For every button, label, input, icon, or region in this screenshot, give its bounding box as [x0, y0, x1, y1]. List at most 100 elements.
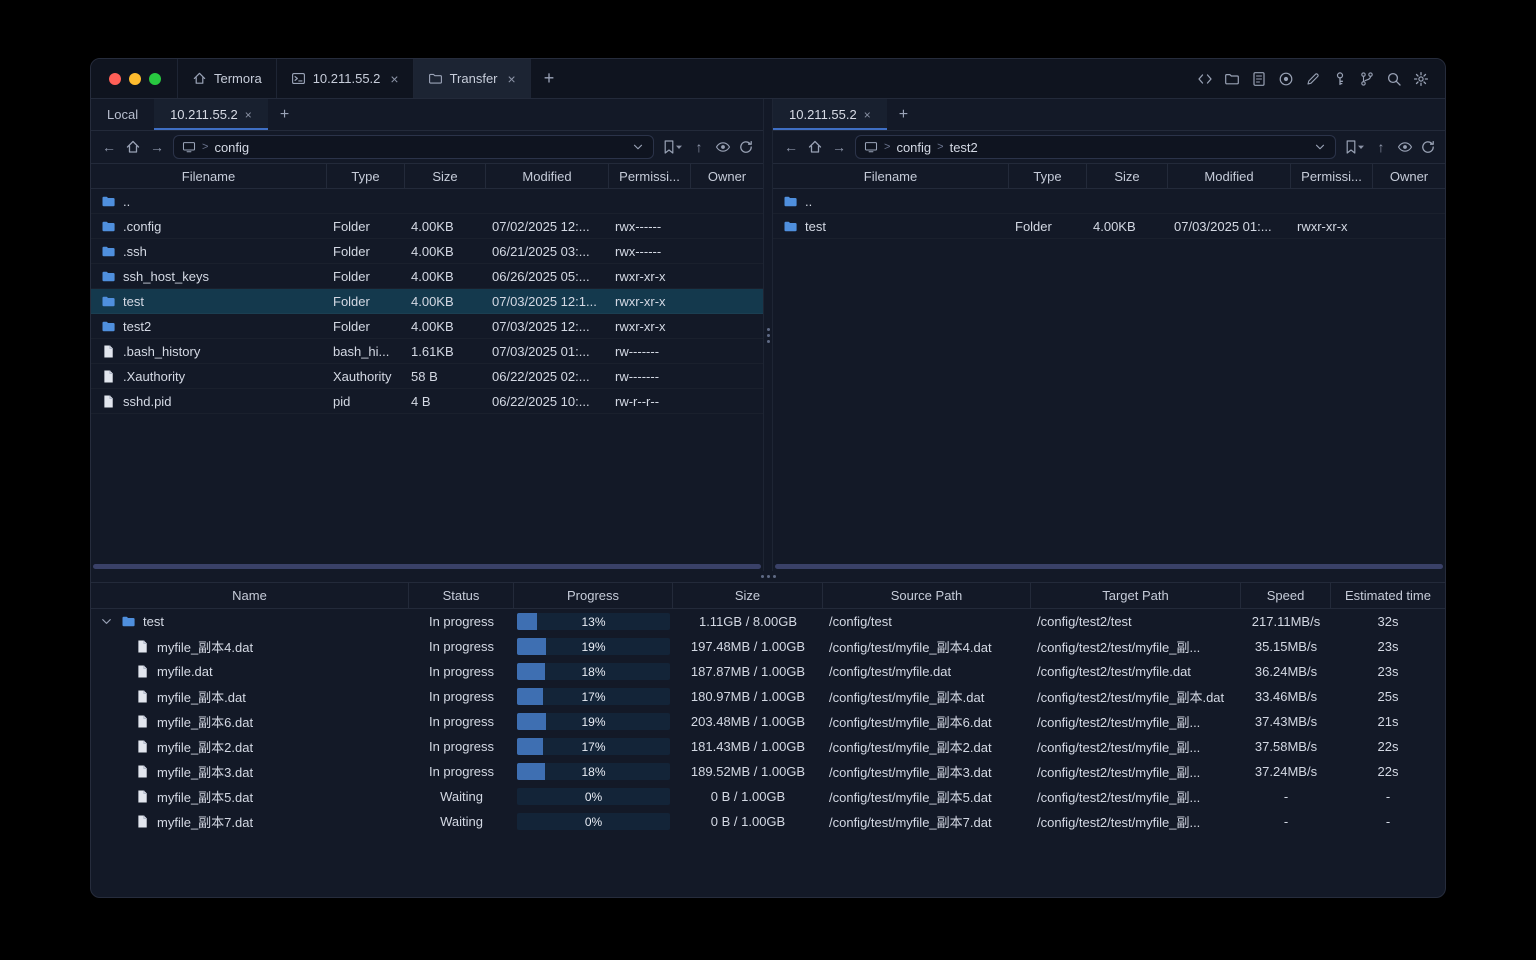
- panel-tab[interactable]: 10.211.55.2 ×: [154, 99, 268, 130]
- close-tab-icon[interactable]: ×: [390, 72, 398, 86]
- new-panel-tab-button[interactable]: +: [268, 99, 301, 130]
- minimize-window-button[interactable]: [129, 72, 141, 85]
- titlebar-tab[interactable]: 10.211.55.2 ×: [277, 59, 414, 98]
- code-icon[interactable]: [1197, 71, 1213, 87]
- filename-cell: .ssh: [91, 244, 327, 259]
- horizontal-splitter[interactable]: [91, 571, 1445, 583]
- file-row[interactable]: ..: [773, 189, 1445, 214]
- column-header[interactable]: Target Path: [1031, 583, 1241, 608]
- file-row[interactable]: .Xauthority Xauthority 58 B 06/22/2025 02:.…: [91, 364, 763, 389]
- edit-icon[interactable]: [1305, 71, 1321, 87]
- close-tab-icon[interactable]: ×: [864, 109, 871, 121]
- key-icon[interactable]: [1332, 71, 1348, 87]
- close-window-button[interactable]: [109, 72, 121, 85]
- column-header[interactable]: Estimated time: [1331, 583, 1445, 608]
- path-field[interactable]: > config: [173, 135, 654, 159]
- path-segment[interactable]: test2: [950, 140, 978, 155]
- settings-icon[interactable]: [1413, 71, 1429, 87]
- transfer-name-cell: myfile.dat: [91, 664, 409, 679]
- column-header[interactable]: Filename: [91, 164, 327, 188]
- progress-label: 0%: [584, 814, 603, 829]
- bookmark-button[interactable]: [661, 139, 683, 155]
- column-header[interactable]: Owner: [691, 164, 763, 188]
- file-row[interactable]: test Folder 4.00KB 07/03/2025 12:1... rwxr-x…: [91, 289, 763, 314]
- file-row[interactable]: test2 Folder 4.00KB 07/03/2025 12:... rwxr-x…: [91, 314, 763, 339]
- transfer-row[interactable]: myfile_副本5.dat Waiting 0% 0 B / 1.00GB/conf…: [91, 784, 1445, 809]
- path-field[interactable]: > config > test2: [855, 135, 1336, 159]
- home-button[interactable]: [807, 139, 823, 155]
- transfer-row[interactable]: myfile_副本7.dat Waiting 0% 0 B / 1.00GB/conf…: [91, 809, 1445, 834]
- horizontal-scrollbar[interactable]: [93, 564, 761, 569]
- new-tab-button[interactable]: +: [531, 59, 568, 98]
- column-header[interactable]: Size: [1087, 164, 1168, 188]
- bookmark-button[interactable]: [1343, 139, 1365, 155]
- vertical-splitter[interactable]: [763, 99, 773, 571]
- home-button[interactable]: [125, 139, 141, 155]
- back-button[interactable]: ←: [782, 140, 800, 154]
- status-cell: In progress: [428, 714, 495, 729]
- column-header[interactable]: Name: [91, 583, 409, 608]
- up-button[interactable]: ↑: [690, 140, 708, 154]
- file-row[interactable]: .config Folder 4.00KB 07/02/2025 12:... rwx-…: [91, 214, 763, 239]
- close-tab-icon[interactable]: ×: [245, 109, 252, 121]
- column-header[interactable]: Source Path: [823, 583, 1031, 608]
- transfer-row[interactable]: myfile_副本3.dat In progress 18% 189.52MB / 1…: [91, 759, 1445, 784]
- panel-tab[interactable]: Local: [91, 99, 154, 130]
- file-row[interactable]: test Folder 4.00KB 07/03/2025 01:... rwxr-xr…: [773, 214, 1445, 239]
- transfer-row[interactable]: myfile.dat In progress 18% 187.87MB / 1.00G…: [91, 659, 1445, 684]
- record-icon[interactable]: [1278, 71, 1294, 87]
- show-hidden-button[interactable]: [715, 139, 731, 155]
- titlebar-tab[interactable]: Termora: [177, 59, 277, 98]
- search-icon[interactable]: [1386, 71, 1402, 87]
- refresh-button[interactable]: [1420, 139, 1436, 155]
- status-cell: In progress: [428, 614, 495, 629]
- column-header[interactable]: Owner: [1373, 164, 1445, 188]
- file-row[interactable]: sshd.pid pid 4 B 06/22/2025 10:... rw-r--r--: [91, 389, 763, 414]
- column-header[interactable]: Permissi...: [609, 164, 691, 188]
- path-segment[interactable]: config: [214, 140, 249, 155]
- target-path-cell: /config/test2/test/myfile_副...: [1037, 790, 1201, 805]
- up-button[interactable]: ↑: [1372, 140, 1390, 154]
- folder-icon[interactable]: [1224, 71, 1240, 87]
- expand-chevron-icon[interactable]: [99, 614, 114, 629]
- transfer-name: myfile.dat: [157, 664, 213, 679]
- column-header[interactable]: Type: [1009, 164, 1087, 188]
- transfer-row[interactable]: myfile_副本4.dat In progress 19% 197.48MB / 1…: [91, 634, 1445, 659]
- column-header[interactable]: Size: [673, 583, 823, 608]
- back-button[interactable]: ←: [100, 140, 118, 154]
- titlebar-tab[interactable]: Transfer ×: [413, 59, 531, 98]
- new-panel-tab-button[interactable]: +: [887, 99, 920, 130]
- column-header[interactable]: Size: [405, 164, 486, 188]
- refresh-button[interactable]: [738, 139, 754, 155]
- column-header[interactable]: Modified: [1168, 164, 1291, 188]
- filename-cell: ssh_host_keys: [91, 269, 327, 284]
- column-header[interactable]: Permissi...: [1291, 164, 1373, 188]
- close-tab-icon[interactable]: ×: [508, 72, 516, 86]
- transfer-row[interactable]: myfile_副本2.dat In progress 17% 181.43MB / 1…: [91, 734, 1445, 759]
- log-icon[interactable]: [1251, 71, 1267, 87]
- column-header[interactable]: Speed: [1241, 583, 1331, 608]
- file-row[interactable]: ..: [91, 189, 763, 214]
- file-row[interactable]: ssh_host_keys Folder 4.00KB 06/26/2025 05:.…: [91, 264, 763, 289]
- file-icon: [135, 714, 150, 729]
- column-header[interactable]: Modified: [486, 164, 609, 188]
- path-dropdown-icon[interactable]: [1313, 140, 1327, 154]
- column-header[interactable]: Filename: [773, 164, 1009, 188]
- forward-button[interactable]: →: [830, 140, 848, 154]
- path-dropdown-icon[interactable]: [631, 140, 645, 154]
- transfer-row[interactable]: myfile_副本.dat In progress 17% 180.97MB / 1.…: [91, 684, 1445, 709]
- transfer-row[interactable]: test In progress 13% 1.11GB / 8.00GB/config…: [91, 609, 1445, 634]
- column-header[interactable]: Status: [409, 583, 514, 608]
- show-hidden-button[interactable]: [1397, 139, 1413, 155]
- transfer-row[interactable]: myfile_副本6.dat In progress 19% 203.48MB / 1…: [91, 709, 1445, 734]
- column-header[interactable]: Type: [327, 164, 405, 188]
- zoom-window-button[interactable]: [149, 72, 161, 85]
- forward-button[interactable]: →: [148, 140, 166, 154]
- file-row[interactable]: .ssh Folder 4.00KB 06/21/2025 03:... rwx----…: [91, 239, 763, 264]
- branch-icon[interactable]: [1359, 71, 1375, 87]
- file-row[interactable]: .bash_history bash_hi... 1.61KB 07/03/2025 …: [91, 339, 763, 364]
- path-segment[interactable]: config: [896, 140, 931, 155]
- column-header[interactable]: Progress: [514, 583, 673, 608]
- panel-tab[interactable]: 10.211.55.2 ×: [773, 99, 887, 130]
- horizontal-scrollbar[interactable]: [775, 564, 1443, 569]
